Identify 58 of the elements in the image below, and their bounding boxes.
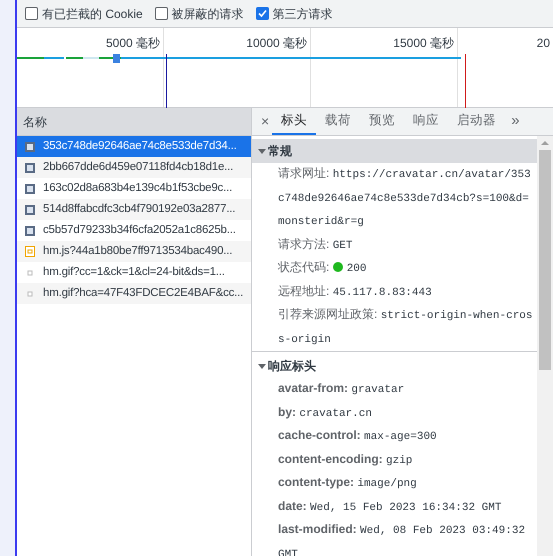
request-row[interactable]: 353c748de92646ae74c8e533de7d34... xyxy=(17,136,251,157)
image-file-icon xyxy=(25,142,35,152)
request-name: 353c748de92646ae74c8e533de7d34... xyxy=(43,138,237,154)
tick-label: 10000 毫秒 xyxy=(246,35,307,52)
image-file-icon xyxy=(25,226,35,236)
tick-label: 5000 毫秒 xyxy=(106,35,160,52)
header-row-text: date: Wed, 15 Feb 2023 16:34:32 GMT xyxy=(277,498,502,516)
image-file-icon xyxy=(25,184,35,194)
request-name: 163c02d8a683b4e139c4b1f53cbe9c... xyxy=(43,180,232,196)
script-file-icon xyxy=(25,246,35,257)
header-row-text: content-encoding: gzip xyxy=(277,450,414,468)
tab[interactable]: 载荷 xyxy=(316,108,360,135)
header-row-text: 引荐来源网址政策: strict-origin-when-cross-origin xyxy=(277,306,534,348)
request-row[interactable]: hm.gif?hca=47F43FDCEC2E4BAF&cc... xyxy=(17,283,251,304)
tick-label: 20 xyxy=(536,35,550,52)
request-name: 514d8ffabcdfc3cb4f790192e03a2877... xyxy=(43,202,236,217)
section-header[interactable]: 响应标头 xyxy=(252,354,537,378)
checkbox[interactable] xyxy=(256,7,269,20)
column-header[interactable]: 名称 xyxy=(17,108,251,136)
section-header[interactable]: 常规 xyxy=(252,139,537,163)
request-row[interactable]: 2bb667dde6d459e07118fd4cb18d1e... xyxy=(17,157,251,178)
request-name: c5b57d79233b34f6cfa2052a1c8625b... xyxy=(43,222,236,238)
tab[interactable]: 响应 xyxy=(404,108,448,135)
tab[interactable]: 预览 xyxy=(360,108,404,135)
header-row-text: 请求方法: GET xyxy=(277,236,354,254)
request-name: hm.gif?cc=1&ck=1&cl=24-bit&ds=1... xyxy=(43,264,225,280)
filter-label: 被屏蔽的请求 xyxy=(172,6,244,22)
status-icon xyxy=(332,262,343,272)
expanded-triangle-icon xyxy=(258,362,266,370)
tick-label: 15000 毫秒 xyxy=(393,35,454,52)
header-row-text: 状态代码: 200 xyxy=(277,259,368,277)
header-row-text: avatar-from: gravatar xyxy=(277,380,406,398)
request-row[interactable]: 514d8ffabcdfc3cb4f790192e03a2877... xyxy=(17,199,251,220)
scrollbar-thumb[interactable] xyxy=(539,150,551,370)
close-button[interactable]: × xyxy=(258,111,272,132)
filter-label: 第三方请求 xyxy=(272,6,333,22)
more-tabs-button[interactable]: » xyxy=(505,110,526,133)
header-row-text: content-type: image/png xyxy=(277,474,418,492)
file-icon xyxy=(25,268,35,278)
section-title: 常规 xyxy=(268,143,292,160)
tab[interactable]: 启动器 xyxy=(448,108,506,135)
filter-label: 有已拦截的 Cookie xyxy=(42,6,143,22)
header-row-text: cache-control: max-age=300 xyxy=(277,427,438,445)
request-row[interactable]: hm.js?44a1b80be7ff9713534bac490... xyxy=(17,241,251,262)
checkbox[interactable] xyxy=(154,7,168,20)
request-name: hm.js?44a1b80be7ff9713534bac490... xyxy=(43,244,232,259)
header-row-text: 远程地址: 45.117.8.83:443 xyxy=(277,282,433,300)
image-file-icon xyxy=(25,204,35,214)
tab[interactable]: 标头 xyxy=(272,108,316,135)
checkbox[interactable] xyxy=(25,7,38,20)
expanded-triangle-icon xyxy=(258,147,266,155)
image-file-icon xyxy=(25,162,35,172)
header-row-text: 请求网址: https://cravatar.cn/avatar/353c748de92646ae74c8e533de7d34cb?s=100&d=monsterid&r=g xyxy=(277,165,532,230)
request-name: hm.gif?hca=47F43FDCEC2E4BAF&cc... xyxy=(43,286,244,301)
section-title: 响应标头 xyxy=(268,358,316,375)
request-name: 2bb667dde6d459e07118fd4cb18d1e... xyxy=(43,160,234,175)
header-row-text: by: cravatar.cn xyxy=(277,404,373,422)
file-icon xyxy=(25,288,35,298)
